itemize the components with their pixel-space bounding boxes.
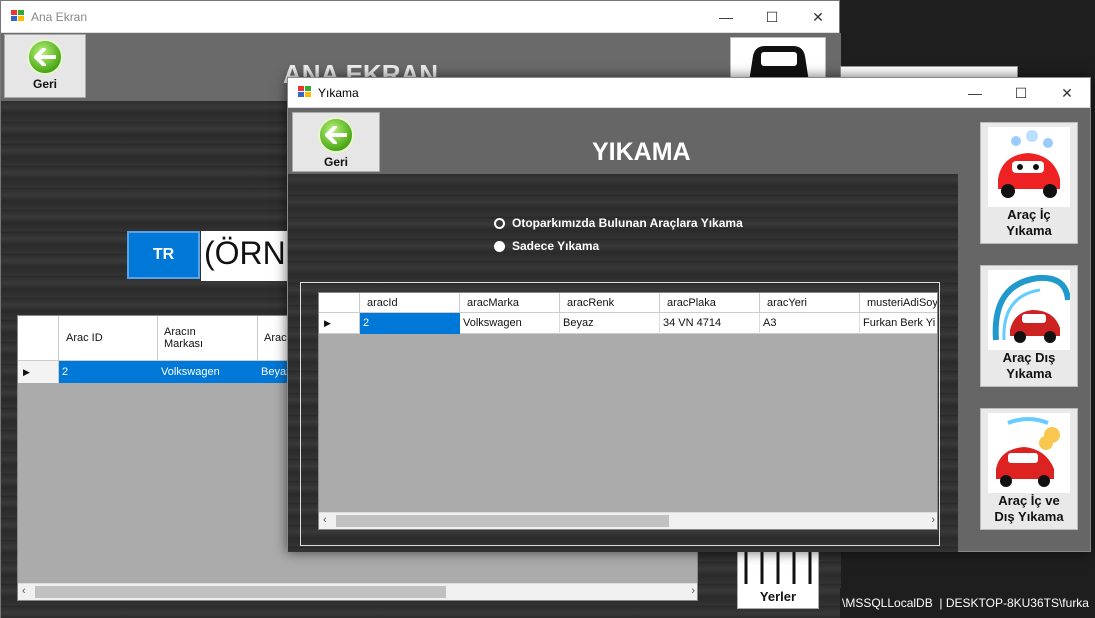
- radio-dot: [494, 217, 505, 229]
- yikama-grid[interactable]: aracId aracMarka aracRenk aracPlaka arac…: [318, 292, 938, 530]
- parking-lines-icon: [744, 552, 812, 584]
- horizontal-scrollbar[interactable]: ‹ ›: [18, 583, 697, 600]
- table-cell[interactable]: Beyaz: [560, 313, 660, 334]
- yikama-heading: YIKAMA: [592, 138, 691, 166]
- table-cell[interactable]: Volkswagen: [460, 313, 560, 334]
- app-icon: [298, 86, 311, 97]
- radio-sadece[interactable]: Sadece Yıkama: [494, 239, 599, 253]
- yerler-button[interactable]: Yerler: [737, 551, 819, 609]
- table-cell[interactable]: 34 VN 4714: [660, 313, 760, 334]
- column-header[interactable]: aracRenk: [560, 293, 660, 313]
- minimize-button[interactable]: —: [952, 78, 998, 108]
- car-button[interactable]: [730, 37, 826, 81]
- radio-dot-selected: [494, 240, 505, 252]
- back-arrow-icon: [318, 117, 354, 153]
- ic-dis-yikama-button[interactable]: Araç İç ve Dış Yıkama: [980, 408, 1078, 530]
- back-label: Geri: [32, 77, 57, 91]
- radio-label: Sadece Yıkama: [512, 239, 600, 253]
- ana-titlebar[interactable]: Ana Ekran — ☐ ✕: [1, 1, 839, 33]
- ana-back-button[interactable]: Geri: [4, 34, 86, 98]
- scroll-left-icon[interactable]: ‹: [22, 585, 26, 597]
- tr-button[interactable]: TR: [127, 231, 200, 279]
- scroll-left-icon[interactable]: ‹: [323, 514, 327, 526]
- row-header[interactable]: ▶: [319, 313, 360, 334]
- car-wash-exterior-icon: [988, 270, 1070, 350]
- table-cell[interactable]: 2: [59, 361, 158, 383]
- ic-yikama-button[interactable]: Araç İç Yıkama: [980, 122, 1078, 244]
- yikama-titlebar[interactable]: Yıkama — ☐ ✕: [288, 78, 1090, 108]
- table-cell[interactable]: Furkan Berk Yi: [860, 313, 937, 334]
- car-wash-full-icon: [988, 413, 1070, 493]
- close-button[interactable]: ✕: [795, 1, 841, 33]
- scroll-thumb[interactable]: [35, 586, 446, 598]
- statusbar: \MSSQLLocalDB | DESKTOP-8KU36TS\furka | …: [840, 588, 1095, 618]
- back-arrow-icon: [27, 39, 63, 75]
- scroll-right-icon[interactable]: ›: [931, 514, 935, 526]
- radio-label: Otoparkımızda Bulunan Araçlara Yıkama: [512, 216, 743, 230]
- scroll-thumb[interactable]: [336, 515, 669, 527]
- table-cell[interactable]: Volkswagen: [158, 361, 258, 383]
- ic-yikama-label: Araç İç Yıkama: [1006, 207, 1052, 238]
- row-header-corner: [319, 293, 360, 313]
- status-text: \MSSQLLocalDB | DESKTOP-8KU36TS\furka | …: [842, 596, 1095, 610]
- column-header[interactable]: Aracın Markası: [158, 316, 258, 361]
- column-header[interactable]: Arac ID: [59, 316, 158, 361]
- row-header-corner: [18, 316, 59, 361]
- table-cell[interactable]: A3: [760, 313, 860, 334]
- yerler-label: Yerler: [759, 589, 797, 604]
- car-icon: [749, 46, 809, 80]
- horizontal-scrollbar[interactable]: ‹ ›: [319, 512, 937, 529]
- car-wash-interior-icon: [988, 127, 1070, 207]
- close-button[interactable]: ✕: [1044, 78, 1090, 108]
- column-header[interactable]: aracYeri: [760, 293, 860, 313]
- back-label: Geri: [323, 155, 348, 169]
- app-icon: [11, 10, 24, 21]
- maximize-button[interactable]: ☐: [998, 78, 1044, 108]
- minimize-button[interactable]: —: [703, 1, 749, 33]
- yikama-window: Yıkama — ☐ ✕ Geri YIKAMA Otoparkımızda B…: [287, 77, 1091, 552]
- plate-input[interactable]: (ÖRN: [201, 231, 301, 281]
- row-header[interactable]: ▶: [18, 361, 59, 383]
- radio-otopark[interactable]: Otoparkımızda Bulunan Araçlara Yıkama: [494, 216, 743, 230]
- scroll-right-icon[interactable]: ›: [691, 585, 695, 597]
- column-header[interactable]: aracMarka: [460, 293, 560, 313]
- dis-yikama-button[interactable]: Araç Dış Yıkama: [980, 265, 1078, 387]
- maximize-button[interactable]: ☐: [749, 1, 795, 33]
- ana-title: Ana Ekran: [31, 10, 88, 24]
- column-header[interactable]: aracId: [360, 293, 460, 313]
- dis-yikama-label: Araç Dış Yıkama: [1002, 350, 1056, 381]
- column-header[interactable]: musteriAdiSoya: [860, 293, 937, 313]
- yikama-title: Yıkama: [318, 86, 359, 100]
- plate-input-value: (ÖRN: [204, 235, 286, 271]
- table-cell-selected[interactable]: 2: [360, 313, 460, 334]
- ic-dis-yikama-label: Araç İç ve Dış Yıkama: [994, 493, 1064, 524]
- column-header[interactable]: aracPlaka: [660, 293, 760, 313]
- yikama-back-button[interactable]: Geri: [292, 112, 380, 172]
